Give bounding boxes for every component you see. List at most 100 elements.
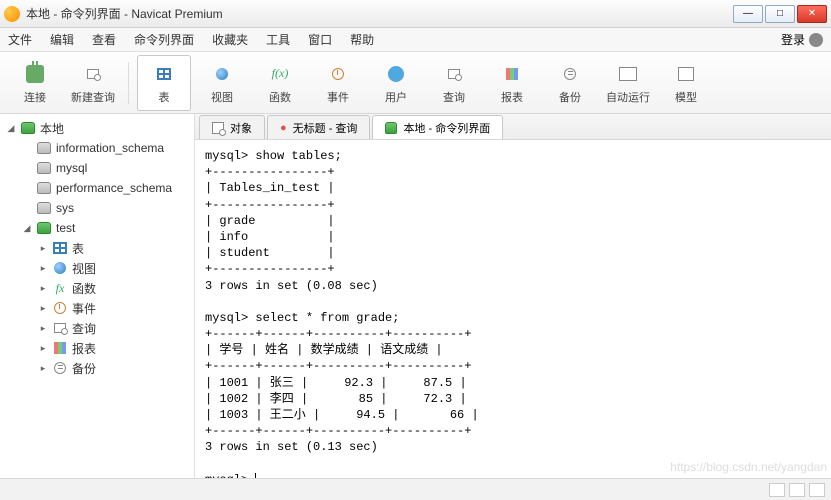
- unsaved-indicator: ●: [280, 122, 287, 134]
- twisty-icon[interactable]: ▸: [38, 263, 48, 274]
- menu-view[interactable]: 查看: [92, 31, 116, 48]
- tree-node[interactable]: ▸ 事件: [0, 298, 194, 318]
- plug-icon: [22, 61, 48, 87]
- tree-label: test: [56, 221, 75, 235]
- tree-node[interactable]: ▸ 视图: [0, 258, 194, 278]
- menu-window[interactable]: 窗口: [308, 31, 332, 48]
- view-icon: [52, 261, 68, 275]
- twisty-icon[interactable]: ▸: [38, 343, 48, 354]
- toolbar-table[interactable]: 表: [137, 55, 191, 111]
- dbs-icon: [36, 181, 52, 195]
- console-output[interactable]: mysql> show tables; +----------------+ |…: [195, 140, 831, 478]
- minimize-button[interactable]: —: [733, 5, 763, 23]
- status-box-3[interactable]: [809, 483, 825, 497]
- tree-node[interactable]: ▸fx函数: [0, 278, 194, 298]
- app-icon: [4, 6, 20, 22]
- toolbar-model[interactable]: 模型: [659, 55, 713, 111]
- tree-label: 视图: [72, 260, 96, 277]
- tab-label: 对象: [230, 120, 252, 136]
- maximize-button[interactable]: □: [765, 5, 795, 23]
- toolbar-event[interactable]: 事件: [311, 55, 365, 111]
- window-title: 本地 - 命令列界面 - Navicat Premium: [26, 5, 733, 22]
- toolbar-label: 自动运行: [606, 89, 650, 105]
- tab-label: 本地 - 命令列界面: [403, 120, 490, 136]
- menu-file[interactable]: 文件: [8, 31, 32, 48]
- statusbar: [0, 478, 831, 500]
- menu-help[interactable]: 帮助: [350, 31, 374, 48]
- view-icon: [209, 61, 235, 87]
- twisty-icon[interactable]: ◢: [6, 123, 16, 134]
- twisty-icon[interactable]: ▸: [38, 363, 48, 374]
- toolbar-view[interactable]: 视图: [195, 55, 249, 111]
- tab[interactable]: ●无标题 - 查询: [267, 115, 370, 139]
- tree-node[interactable]: ◢本地: [0, 118, 194, 138]
- tree-node[interactable]: sys: [0, 198, 194, 218]
- tree-node[interactable]: ◢ test: [0, 218, 194, 238]
- toolbar-auto[interactable]: 自动运行: [601, 55, 655, 111]
- table-icon: [52, 241, 68, 255]
- dbs-icon: [36, 161, 52, 175]
- tree-label: information_schema: [56, 141, 164, 155]
- toolbar-backup[interactable]: 备份: [543, 55, 597, 111]
- menu-edit[interactable]: 编辑: [50, 31, 74, 48]
- status-box-1[interactable]: [769, 483, 785, 497]
- toolbar-query[interactable]: 查询: [427, 55, 481, 111]
- tab[interactable]: 本地 - 命令列界面: [372, 115, 503, 139]
- backup-icon: [52, 361, 68, 375]
- toolbar-label: 函数: [269, 89, 291, 105]
- toolbar-report[interactable]: 报表: [485, 55, 539, 111]
- close-button[interactable]: ✕: [797, 5, 827, 23]
- tree-node[interactable]: mysql: [0, 158, 194, 178]
- main-area: 对象 ●无标题 - 查询 本地 - 命令列界面 mysql> show tables…: [195, 114, 831, 478]
- tree-node[interactable]: information_schema: [0, 138, 194, 158]
- dbs-icon: [36, 141, 52, 155]
- tree-label: 报表: [72, 340, 96, 357]
- backup-icon: [557, 61, 583, 87]
- toolbar: 连接新建查询 表视图 f(x) 函数 事件 用户 查询报表备份自动运行模型: [0, 52, 831, 114]
- fx-icon: f(x): [267, 61, 293, 87]
- db-icon: [20, 121, 36, 135]
- titlebar: 本地 - 命令列界面 - Navicat Premium — □ ✕: [0, 0, 831, 28]
- event-icon: [325, 61, 351, 87]
- tab[interactable]: 对象: [199, 115, 265, 139]
- login-button[interactable]: 登录: [781, 31, 823, 48]
- sidebar[interactable]: ◢本地 information_schemamysql performance_sc…: [0, 114, 195, 478]
- tree-label: 事件: [72, 300, 96, 317]
- login-label: 登录: [781, 31, 805, 48]
- model-icon: [673, 61, 699, 87]
- tree-label: 查询: [72, 320, 96, 337]
- twisty-icon[interactable]: ▸: [38, 323, 48, 334]
- tabbar: 对象 ●无标题 - 查询 本地 - 命令列界面: [195, 114, 831, 140]
- query-icon: [441, 61, 467, 87]
- tree-label: performance_schema: [56, 181, 172, 195]
- menu-favorites[interactable]: 收藏夹: [212, 31, 248, 48]
- toolbar-label: 用户: [385, 89, 407, 105]
- toolbar-query[interactable]: 新建查询: [66, 55, 120, 111]
- tree-node[interactable]: ▸表: [0, 238, 194, 258]
- tree-node[interactable]: ▸ 查询: [0, 318, 194, 338]
- tree-node[interactable]: ▸备份: [0, 358, 194, 378]
- tree-label: 表: [72, 240, 84, 257]
- twisty-icon[interactable]: ▸: [38, 283, 48, 294]
- toolbar-fx[interactable]: f(x) 函数: [253, 55, 307, 111]
- query-icon: [52, 321, 68, 335]
- tree-label: mysql: [56, 161, 87, 175]
- tree-node[interactable]: performance_schema: [0, 178, 194, 198]
- menu-tools[interactable]: 工具: [266, 31, 290, 48]
- table-icon: [151, 61, 177, 87]
- twisty-icon[interactable]: ◢: [22, 223, 32, 234]
- dbs-icon: [36, 201, 52, 215]
- toolbar-user[interactable]: 用户: [369, 55, 423, 111]
- toolbar-separator: [128, 62, 129, 104]
- toolbar-label: 事件: [327, 89, 349, 105]
- db-icon: [36, 221, 52, 235]
- twisty-icon[interactable]: ▸: [38, 303, 48, 314]
- toolbar-label: 新建查询: [71, 89, 115, 105]
- toolbar-plug[interactable]: 连接: [8, 55, 62, 111]
- twisty-icon[interactable]: ▸: [38, 243, 48, 254]
- menu-cli[interactable]: 命令列界面: [134, 31, 194, 48]
- auto-icon: [615, 61, 641, 87]
- object-icon: [212, 122, 224, 134]
- status-box-2[interactable]: [789, 483, 805, 497]
- tree-node[interactable]: ▸ 报表: [0, 338, 194, 358]
